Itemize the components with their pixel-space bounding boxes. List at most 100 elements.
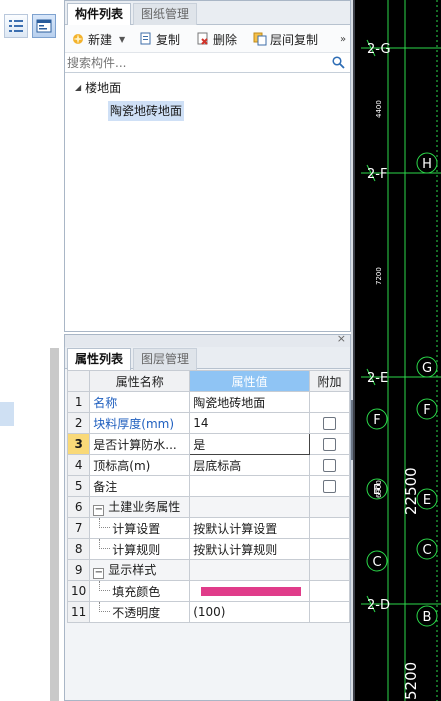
property-value xyxy=(189,559,311,581)
more-tools-button[interactable]: » xyxy=(340,30,346,48)
tree-root-label: 楼地面 xyxy=(85,81,122,95)
table-row[interactable]: 8 计算规则 按默认计算规则 xyxy=(66,538,350,560)
extra-cell xyxy=(309,559,350,581)
property-name: 是否计算防水... xyxy=(89,433,191,455)
left-strip xyxy=(0,0,64,701)
property-name: 备注 xyxy=(89,475,191,497)
header-corner xyxy=(66,370,91,392)
tree-collapse-icon[interactable]: ◢ xyxy=(75,83,81,92)
row-number: 2 xyxy=(66,412,91,434)
fill-color-value[interactable] xyxy=(189,580,311,602)
property-name: 名称 xyxy=(89,391,191,413)
extra-cell xyxy=(309,433,350,455)
property-value[interactable] xyxy=(189,475,311,497)
new-dropdown-icon[interactable]: ▼ xyxy=(119,35,125,44)
search-icon[interactable] xyxy=(332,56,345,69)
tab-layer-management[interactable]: 图层管理 xyxy=(133,348,198,370)
extra-cell xyxy=(309,412,350,434)
collapse-icon[interactable]: − xyxy=(93,505,105,516)
property-name: 块料厚度(mm) xyxy=(89,412,191,434)
extra-cell xyxy=(309,391,350,413)
extra-cell xyxy=(309,580,350,602)
property-header-row: 属性名称 属性值 附加 xyxy=(66,370,350,392)
table-row[interactable]: 4 顶标高(m) 层底标高 xyxy=(66,454,350,476)
grid-bubble-label: E xyxy=(423,493,431,508)
grid-bubble-label: C xyxy=(372,555,381,570)
dimension-label-large: 22500 xyxy=(402,467,420,515)
axis-label: 2-D xyxy=(367,598,390,613)
table-row[interactable]: 11 不透明度 (100) xyxy=(66,601,350,623)
property-name: 计算设置 xyxy=(89,517,191,539)
table-row-group[interactable]: 6 − 土建业务属性 xyxy=(66,496,350,518)
group-name[interactable]: − 显示样式 xyxy=(89,559,191,581)
new-button[interactable]: 新建 ▼ xyxy=(71,30,125,48)
property-titlebar: × xyxy=(65,332,350,347)
cad-drawing-area[interactable]: 2-G 2-F 2-E 2-D 4400 7200 6900 22500 520… xyxy=(353,0,441,701)
extra-checkbox[interactable] xyxy=(323,437,337,451)
collapse-icon[interactable]: − xyxy=(93,568,105,579)
component-toolbar: 新建 ▼ 复制 删除 层间复制 » xyxy=(65,25,350,53)
list-view-button[interactable] xyxy=(4,14,28,38)
row-number: 9 xyxy=(66,559,91,581)
header-extra: 附加 xyxy=(309,370,350,392)
tab-drawing-management[interactable]: 图纸管理 xyxy=(133,3,198,25)
delete-label: 删除 xyxy=(213,32,238,47)
dimension-label: 7200 xyxy=(375,267,383,285)
component-search-input[interactable] xyxy=(67,54,329,72)
property-value[interactable]: 层底标高 xyxy=(189,454,311,476)
property-view-button[interactable] xyxy=(32,14,56,38)
group-label: 显示样式 xyxy=(108,563,157,577)
property-value[interactable]: (100) xyxy=(189,601,311,623)
tree-node-ceramic-tile[interactable]: 陶瓷地砖地面 xyxy=(108,101,185,121)
extra-cell xyxy=(309,496,350,518)
table-row[interactable]: 3 是否计算防水... 是 xyxy=(66,433,350,455)
property-panel: × 属性列表 图层管理 属性名称 属性值 附加 1 名称 陶瓷地砖地面 2 块料… xyxy=(64,332,351,701)
copy-button[interactable]: 复制 xyxy=(139,30,180,48)
property-value[interactable]: 14 xyxy=(189,412,311,434)
property-table: 属性名称 属性值 附加 1 名称 陶瓷地砖地面 2 块料厚度(mm) 14 3 … xyxy=(66,370,350,623)
property-name: 顶标高(m) xyxy=(89,454,191,476)
row-number: 8 xyxy=(66,538,91,560)
fill-color-swatch[interactable] xyxy=(201,586,302,596)
property-value-editing[interactable]: 是 xyxy=(189,433,311,455)
grid-bubble-label: G xyxy=(422,361,432,376)
floor-copy-button[interactable]: 层间复制 xyxy=(253,30,318,48)
tree-node-floor[interactable]: ◢ 楼地面 xyxy=(75,79,121,96)
property-window-icon xyxy=(36,19,52,33)
property-value xyxy=(189,496,311,518)
row-number: 5 xyxy=(66,475,91,497)
property-value[interactable]: 陶瓷地砖地面 xyxy=(189,391,311,413)
extra-checkbox[interactable] xyxy=(323,458,337,472)
extra-checkbox[interactable] xyxy=(323,416,337,430)
grid-bubble-label: H xyxy=(422,157,432,172)
tab-property-list[interactable]: 属性列表 xyxy=(67,348,132,370)
table-row-group[interactable]: 9 − 显示样式 xyxy=(66,559,350,581)
close-icon[interactable]: × xyxy=(337,332,346,345)
extra-cell xyxy=(309,475,350,497)
property-value[interactable]: 按默认计算设置 xyxy=(189,517,311,539)
table-row[interactable]: 1 名称 陶瓷地砖地面 xyxy=(66,391,350,413)
component-tabs: 构件列表 图纸管理 xyxy=(65,1,350,25)
grid-bubble-label: B xyxy=(423,610,432,625)
property-value[interactable]: 按默认计算规则 xyxy=(189,538,311,560)
group-name[interactable]: − 土建业务属性 xyxy=(89,496,191,518)
row-number: 11 xyxy=(66,601,91,623)
table-row[interactable]: 10 填充颜色 xyxy=(66,580,350,602)
table-row[interactable]: 2 块料厚度(mm) 14 xyxy=(66,412,350,434)
delete-button[interactable]: 删除 xyxy=(196,30,237,48)
floor-copy-icon xyxy=(253,32,267,46)
header-value: 属性值 xyxy=(189,370,311,392)
grid-bubble-label: F xyxy=(423,403,430,418)
row-number: 10 xyxy=(66,580,91,602)
extra-cell xyxy=(309,454,350,476)
extra-checkbox[interactable] xyxy=(323,479,337,493)
left-scrollbar[interactable] xyxy=(50,348,59,701)
row-number: 6 xyxy=(66,496,91,518)
grid-bubble-label: C xyxy=(422,543,431,558)
table-row[interactable]: 7 计算设置 按默认计算设置 xyxy=(66,517,350,539)
row-number: 4 xyxy=(66,454,91,476)
list-view-icon xyxy=(9,20,23,32)
tab-component-list[interactable]: 构件列表 xyxy=(67,3,132,25)
floor-copy-label: 层间复制 xyxy=(270,32,319,47)
table-row[interactable]: 5 备注 xyxy=(66,475,350,497)
